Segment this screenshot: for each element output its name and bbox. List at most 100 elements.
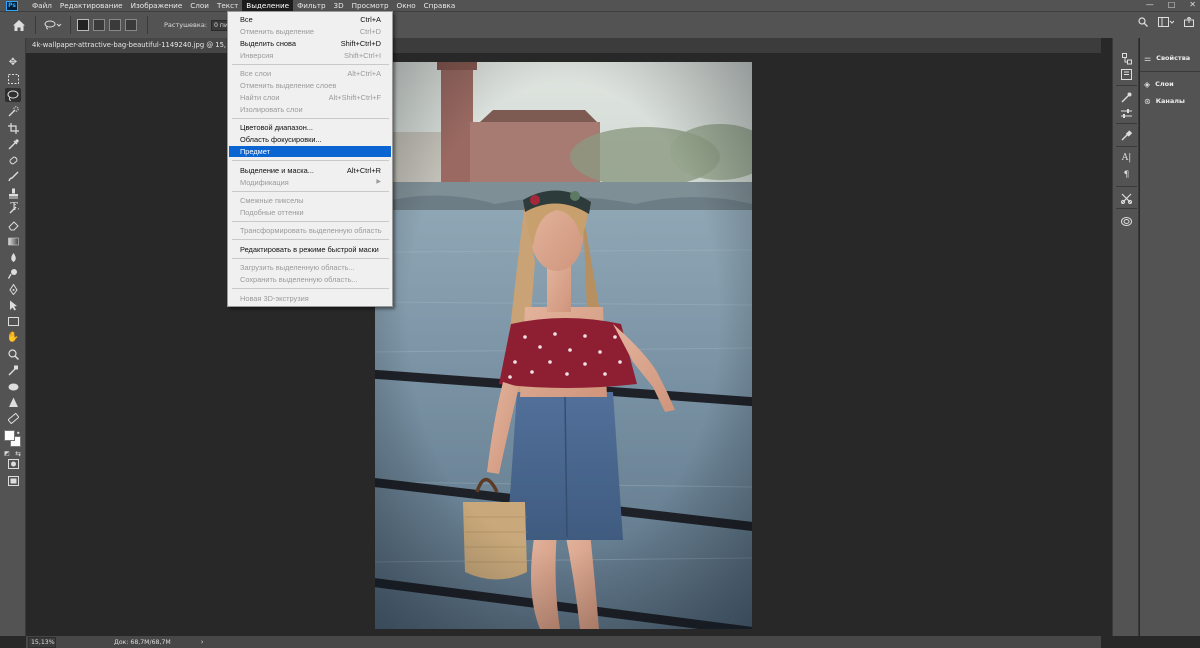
intersect-selection-button[interactable] xyxy=(125,19,137,31)
brushes-panel-icon[interactable] xyxy=(1119,128,1134,142)
menu-layer[interactable]: Слои xyxy=(186,0,213,11)
menu-item-shortcut: Ctrl+D xyxy=(359,27,381,36)
menu-item-transform-selection[interactable]: Трансформировать выделенную область xyxy=(229,225,391,236)
blur-tool-icon[interactable] xyxy=(5,250,21,264)
status-menu-arrow[interactable]: › xyxy=(201,638,204,646)
menu-item-quick-mask[interactable]: Редактировать в режиме быстрой маски xyxy=(229,244,391,255)
menu-view[interactable]: Просмотр xyxy=(348,0,393,11)
menu-item-label: Подобные оттенки xyxy=(240,208,304,217)
gradient-tool-icon[interactable] xyxy=(5,234,21,248)
menu-item-isolate-layers[interactable]: Изолировать слои xyxy=(229,104,391,115)
zoom-tool-icon[interactable] xyxy=(5,347,21,361)
eyedropper-tool-icon[interactable] xyxy=(5,137,21,151)
document-tab[interactable]: 4k-wallpaper-attractive-bag-beautiful-11… xyxy=(26,38,226,53)
status-bar: 15,13% Док: 68,7M/68,7M › xyxy=(26,636,1101,648)
layers-panel-label: Слои xyxy=(1155,80,1174,88)
menu-file[interactable]: Файл xyxy=(28,0,56,11)
menu-image[interactable]: Изображение xyxy=(127,0,187,11)
menu-item-modify[interactable]: Модификация ▶ xyxy=(229,177,391,188)
menu-item-label: Все xyxy=(240,15,253,24)
dodge-tool-icon[interactable] xyxy=(5,266,21,280)
screen-mode-icon[interactable] xyxy=(5,474,21,488)
menu-item-deselect-layers[interactable]: Отменить выделение слоев xyxy=(229,80,391,91)
crop-tool-icon[interactable] xyxy=(5,121,21,135)
subtract-selection-button[interactable] xyxy=(109,19,121,31)
marquee-tool-icon[interactable] xyxy=(5,72,21,86)
search-icon[interactable] xyxy=(1138,17,1148,29)
minimize-button[interactable]: — xyxy=(1146,0,1154,9)
quick-selection-tool-icon[interactable] xyxy=(5,104,21,118)
sponge-tool-icon[interactable] xyxy=(5,379,21,393)
menu-item-focus-area[interactable]: Область фокусировки... xyxy=(229,134,391,145)
canvas-area[interactable] xyxy=(26,53,1101,636)
properties-panel-tab[interactable]: ⚌ Свойства xyxy=(1144,51,1190,65)
menu-item-find-layers[interactable]: Найти слои Alt+Shift+Ctrl+F xyxy=(229,92,391,103)
new-selection-button[interactable] xyxy=(77,19,89,31)
zoom-level-field[interactable]: 15,13% xyxy=(28,636,56,648)
menu-item-color-range[interactable]: Цветовой диапазон... xyxy=(229,122,391,133)
menu-edit[interactable]: Редактирование xyxy=(56,0,127,11)
home-icon[interactable] xyxy=(9,15,29,35)
lasso-preset-icon[interactable] xyxy=(42,16,64,34)
menu-item-grow[interactable]: Смежные пикселы xyxy=(229,195,391,206)
menu-item-deselect[interactable]: Отменить выделение Ctrl+D xyxy=(229,26,391,37)
menu-item-subject[interactable]: Предмет xyxy=(229,146,391,157)
add-to-selection-button[interactable] xyxy=(93,19,105,31)
menu-separator xyxy=(232,160,389,161)
menu-item-all-layers[interactable]: Все слои Alt+Ctrl+A xyxy=(229,68,391,79)
menu-item-label: Загрузить выделенную область... xyxy=(240,263,355,272)
menu-item-select-and-mask[interactable]: Выделение и маска... Alt+Ctrl+R xyxy=(229,165,391,176)
menu-item-inverse[interactable]: Инверсия Shift+Ctrl+I xyxy=(229,50,391,61)
share-icon[interactable] xyxy=(1184,16,1194,29)
clone-stamp-tool-icon[interactable] xyxy=(5,186,21,200)
menu-help[interactable]: Справка xyxy=(420,0,460,11)
3d-panel-icon[interactable] xyxy=(1119,214,1134,228)
tools-presets-icon[interactable] xyxy=(1119,191,1134,205)
divider xyxy=(1116,146,1137,147)
close-button[interactable]: ✕ xyxy=(1189,0,1196,9)
menu-separator xyxy=(232,258,389,259)
layers-panel-tab[interactable]: ◈ Слои xyxy=(1144,77,1174,91)
brush-tool-icon[interactable] xyxy=(5,169,21,183)
menu-type[interactable]: Текст xyxy=(213,0,242,11)
menu-item-load-selection[interactable]: Загрузить выделенную область... xyxy=(229,262,391,273)
menu-item-save-selection[interactable]: Сохранить выделенную область... xyxy=(229,274,391,285)
hand-tool-icon[interactable]: ✋ xyxy=(5,331,21,345)
sharpen-tool-icon[interactable] xyxy=(5,395,21,409)
menu-window[interactable]: Окно xyxy=(393,0,420,11)
character-panel-icon[interactable]: A| xyxy=(1119,151,1134,165)
menu-item-reselect[interactable]: Выделить снова Shift+Ctrl+D xyxy=(229,38,391,49)
maximize-button[interactable]: □ xyxy=(1168,0,1176,9)
paragraph-panel-icon[interactable]: ¶ xyxy=(1119,168,1134,182)
menu-item-similar[interactable]: Подобные оттенки xyxy=(229,207,391,218)
path-selection-tool-icon[interactable] xyxy=(5,298,21,312)
color-sampler-tool-icon[interactable] xyxy=(5,363,21,377)
menu-item-label: Найти слои xyxy=(240,93,280,102)
rectangle-tool-icon[interactable] xyxy=(5,314,21,328)
lasso-tool-icon[interactable] xyxy=(5,88,21,102)
adjustments-panel-icon[interactable] xyxy=(1119,90,1134,104)
eraser-tool-icon[interactable] xyxy=(5,218,21,232)
menu-item-label: Новая 3D-экструзия xyxy=(240,294,309,303)
move-tool-icon[interactable]: ✥ xyxy=(5,56,21,70)
menu-item-new-3d-extrusion[interactable]: Новая 3D-экструзия xyxy=(229,293,391,304)
foreground-color-swatch[interactable] xyxy=(4,430,15,441)
pen-tool-icon[interactable] xyxy=(5,282,21,296)
quick-mask-icon[interactable] xyxy=(5,457,21,471)
menu-3d[interactable]: 3D xyxy=(330,0,348,11)
properties-panel-label: Свойства xyxy=(1156,54,1191,62)
document-image[interactable] xyxy=(375,62,752,629)
libraries-panel-icon[interactable] xyxy=(1119,67,1134,81)
menu-filter[interactable]: Фильтр xyxy=(293,0,329,11)
menu-select[interactable]: Выделение xyxy=(242,0,294,11)
healing-brush-tool-icon[interactable] xyxy=(5,153,21,167)
history-panel-icon[interactable] xyxy=(1119,52,1134,66)
menu-separator xyxy=(232,191,389,192)
ruler-tool-icon[interactable] xyxy=(5,411,21,425)
menu-item-all[interactable]: Все Ctrl+A xyxy=(229,14,391,25)
menu-separator xyxy=(232,288,389,289)
workspace-icon[interactable] xyxy=(1158,17,1175,29)
type-tool-icon[interactable]: T xyxy=(6,199,22,213)
properties-adjust-icon[interactable] xyxy=(1119,106,1134,120)
channels-panel-tab[interactable]: ⊛ Каналы xyxy=(1144,94,1185,108)
